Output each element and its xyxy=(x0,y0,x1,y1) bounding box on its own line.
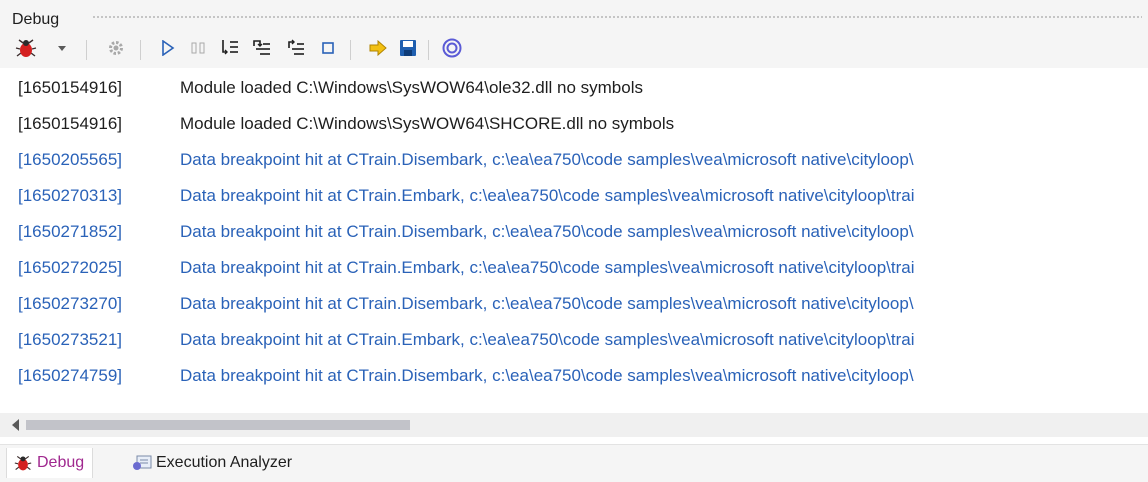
scroll-thumb[interactable] xyxy=(26,420,410,430)
log-entry-message: Module loaded C:\Windows\SysWOW64\SHCORE… xyxy=(180,114,675,133)
execution-analyzer-icon xyxy=(132,453,152,473)
log-entry[interactable]: [1650270313] Data breakpoint hit at CTrai… xyxy=(0,180,1148,212)
log-entry-message: Data breakpoint hit at CTrain.Disembark,… xyxy=(180,222,914,241)
tab-debug[interactable]: Debug xyxy=(6,448,94,478)
log-entry-id: [1650272025] xyxy=(18,258,122,277)
toolbar-separator xyxy=(428,40,429,60)
toolbar-separator xyxy=(140,40,141,60)
log-entry[interactable]: [1650272025] Data breakpoint hit at CTrai… xyxy=(0,252,1148,284)
tab-execution-analyzer-label: Execution Analyzer xyxy=(156,454,293,471)
step-in-icon[interactable] xyxy=(218,36,242,60)
settings-gear-icon[interactable] xyxy=(104,36,128,60)
panel-title: Debug xyxy=(12,11,60,28)
debugger-bug-icon xyxy=(13,453,33,473)
dropdown-arrow-icon[interactable] xyxy=(56,36,68,60)
save-icon[interactable] xyxy=(396,36,420,60)
log-entry-id: [1650274759] xyxy=(18,366,122,385)
debugger-bug-icon[interactable] xyxy=(14,36,38,60)
scroll-left-arrow-icon[interactable] xyxy=(12,419,19,431)
run-icon[interactable] xyxy=(156,36,180,60)
log-entry-id: [1650273270] xyxy=(18,294,122,313)
log-entry[interactable]: [1650273270] Data breakpoint hit at CTrai… xyxy=(0,288,1148,320)
panel-tabbar: Debug Execution Analyzer xyxy=(0,444,1148,482)
help-icon[interactable] xyxy=(440,36,464,60)
log-entry[interactable]: [1650274759] Data breakpoint hit at CTrai… xyxy=(0,360,1148,392)
toolbar-separator xyxy=(350,40,351,60)
log-entry-message: Data breakpoint hit at CTrain.Embark, c:… xyxy=(180,186,915,205)
horizontal-scrollbar[interactable] xyxy=(0,413,1148,437)
log-entry-message: Data breakpoint hit at CTrain.Embark, c:… xyxy=(180,258,915,277)
log-entry[interactable]: [1650273521] Data breakpoint hit at CTrai… xyxy=(0,324,1148,356)
stop-icon[interactable] xyxy=(316,36,340,60)
log-entry[interactable]: [1650154916] Module loaded C:\Windows\Sys… xyxy=(0,72,1148,104)
log-entry-message: Data breakpoint hit at CTrain.Embark, c:… xyxy=(180,330,915,349)
log-entry-message: Module loaded C:\Windows\SysWOW64\ole32.… xyxy=(180,78,643,97)
debug-toolbar xyxy=(0,32,1148,68)
tab-execution-analyzer[interactable]: Execution Analyzer xyxy=(132,448,292,478)
log-entry-message: Data breakpoint hit at CTrain.Disembark,… xyxy=(180,366,914,385)
log-entry-id: [1650154916] xyxy=(18,114,122,133)
log-entry-message: Data breakpoint hit at CTrain.Disembark,… xyxy=(180,294,914,313)
debug-log[interactable]: [1650154916] Module loaded C:\Windows\Sys… xyxy=(0,68,1148,408)
log-entry[interactable]: [1650205565] Data breakpoint hit at CTrai… xyxy=(0,144,1148,176)
step-out-icon[interactable] xyxy=(284,36,308,60)
log-entry-id: [1650271852] xyxy=(18,222,122,241)
panel-titlebar[interactable]: Debug xyxy=(0,0,1148,32)
log-entry-id: [1650205565] xyxy=(18,150,122,169)
log-entry[interactable]: [1650271852] Data breakpoint hit at CTrai… xyxy=(0,216,1148,248)
log-entry-id: [1650270313] xyxy=(18,186,122,205)
log-entry-message: Data breakpoint hit at CTrain.Disembark,… xyxy=(180,150,914,169)
jump-arrow-icon[interactable] xyxy=(366,36,390,60)
log-entry-id: [1650273521] xyxy=(18,330,122,349)
step-over-icon[interactable] xyxy=(250,36,274,60)
log-entry[interactable]: [1650154916] Module loaded C:\Windows\Sys… xyxy=(0,108,1148,140)
panel-grip xyxy=(92,15,1142,20)
toolbar-separator xyxy=(86,40,87,60)
log-entry-id: [1650154916] xyxy=(18,78,122,97)
tab-debug-label: Debug xyxy=(37,454,85,471)
pause-icon[interactable] xyxy=(186,36,210,60)
